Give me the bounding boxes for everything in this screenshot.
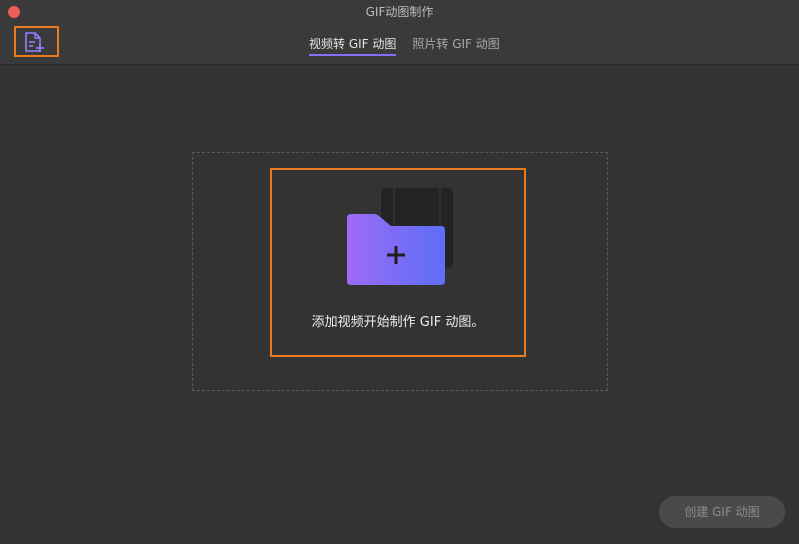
title-bar: GIF动图制作 [0,0,799,24]
add-video-area[interactable]: 添加视频开始制作 GIF 动图。 [270,168,526,357]
header-bar: 视频转 GIF 动图 照片转 GIF 动图 [0,24,799,65]
file-add-icon [25,32,44,52]
window-title: GIF动图制作 [365,5,434,19]
add-video-prompt: 添加视频开始制作 GIF 动图。 [311,315,485,330]
tab-video-to-gif[interactable]: 视频转 GIF 动图 [309,36,397,56]
folder-add-icon [347,188,453,285]
add-file-button[interactable] [14,26,59,57]
app-window: GIF动图制作 视频转 GIF 动图 照片转 GIF 动图 添加视频开始制作 G… [0,0,799,544]
create-gif-button[interactable]: 创建 GIF 动图 [659,496,785,528]
mode-tabs: 视频转 GIF 动图 照片转 GIF 动图 [309,36,516,56]
tab-photo-to-gif[interactable]: 照片转 GIF 动图 [412,36,499,56]
